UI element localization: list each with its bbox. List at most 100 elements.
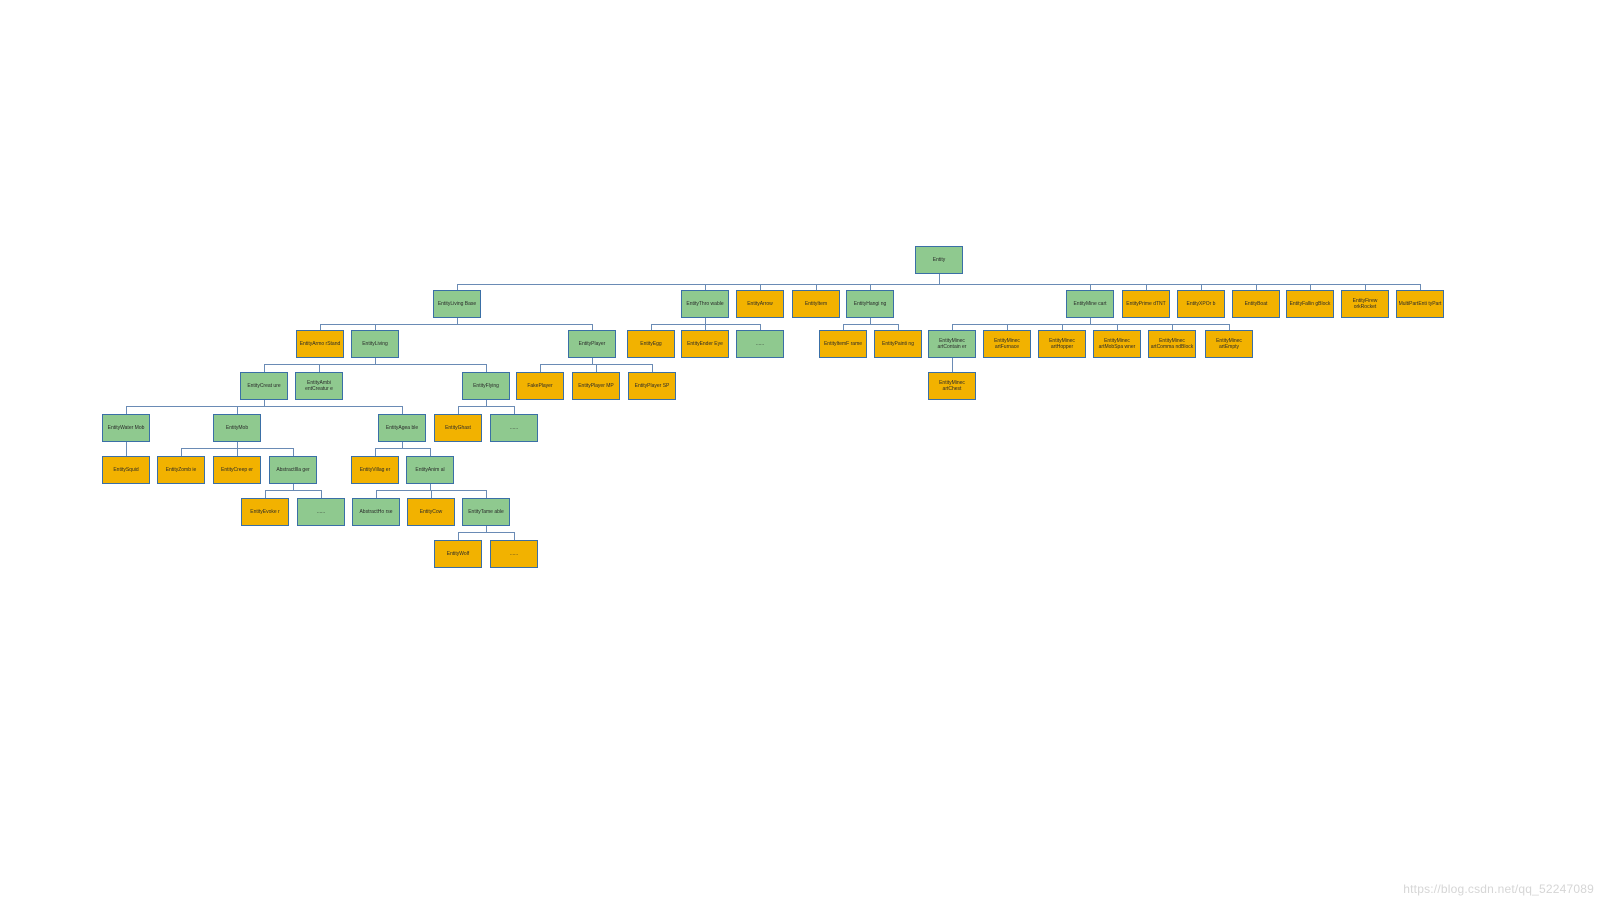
label: EntityItemF rame bbox=[824, 341, 862, 347]
node-entitycow: EntityCow bbox=[407, 498, 455, 526]
connector bbox=[952, 358, 953, 372]
label: AbstractIlla ger bbox=[276, 467, 309, 473]
node-tameable-more: ...... bbox=[490, 540, 538, 568]
connector bbox=[458, 406, 514, 407]
connector bbox=[265, 490, 266, 498]
connector bbox=[843, 324, 898, 325]
connector bbox=[264, 364, 486, 365]
node-flying-more: ...... bbox=[490, 414, 538, 442]
label: EntityCow bbox=[420, 509, 443, 515]
label: EntityTame able bbox=[468, 509, 504, 515]
label: Entity bbox=[933, 257, 946, 263]
connector bbox=[265, 490, 321, 491]
node-entitythrowable: EntityThro wable bbox=[681, 290, 729, 318]
label: EntityBoat bbox=[1245, 301, 1268, 307]
connector bbox=[321, 490, 322, 498]
label: EntityPlayer bbox=[579, 341, 606, 347]
node-entitytameable: EntityTame able bbox=[462, 498, 510, 526]
node-entitycreature: EntityCreat ure bbox=[240, 372, 288, 400]
connector bbox=[376, 490, 377, 498]
label: EntityAgea ble bbox=[386, 425, 418, 431]
connector bbox=[320, 324, 592, 325]
label: EntityWolf bbox=[447, 551, 469, 557]
connector bbox=[375, 448, 431, 449]
label: EntityEvoke r bbox=[250, 509, 279, 515]
connector bbox=[319, 364, 320, 372]
connector bbox=[430, 448, 431, 456]
label: EntityMinec artComma ndBlock bbox=[1150, 338, 1194, 350]
label: EntityCreat ure bbox=[247, 383, 280, 389]
label: EntityCreep er bbox=[221, 467, 253, 473]
label: EntityFirew orkRocket bbox=[1343, 298, 1387, 310]
label: EntityPrime dTNT bbox=[1126, 301, 1165, 307]
label: EntityMinec artHopper bbox=[1040, 338, 1084, 350]
label: EntityZomb ie bbox=[166, 467, 197, 473]
connector bbox=[293, 448, 294, 456]
node-fakeplayer: FakePlayer bbox=[516, 372, 564, 400]
connector bbox=[540, 364, 541, 372]
connector bbox=[939, 274, 940, 284]
node-entityendereye: EntityEnder Eye bbox=[681, 330, 729, 358]
connector bbox=[126, 406, 402, 407]
watermark-text: https://blog.csdn.net/qq_52247089 bbox=[1403, 882, 1594, 896]
label: FakePlayer bbox=[527, 383, 552, 389]
node-entityitemframe: EntityItemF rame bbox=[819, 330, 867, 358]
node-entityageable: EntityAgea ble bbox=[378, 414, 426, 442]
label: MultiPartEnti tyPart bbox=[1399, 301, 1442, 307]
node-entityitem: EntityItem bbox=[792, 290, 840, 318]
node-entityzombie: EntityZomb ie bbox=[157, 456, 205, 484]
label: EntityMob bbox=[226, 425, 248, 431]
node-entityminecarthopper: EntityMinec artHopper bbox=[1038, 330, 1086, 358]
node-entityplayermp: EntityPlayer MP bbox=[572, 372, 620, 400]
node-illager-more: ...... bbox=[297, 498, 345, 526]
connector bbox=[264, 364, 265, 372]
label: ...... bbox=[510, 425, 518, 431]
label: EntityMinec artMobSpa wner bbox=[1095, 338, 1139, 350]
label: EntityPlayer MP bbox=[578, 383, 614, 389]
label: EntityMinec artChest bbox=[930, 380, 974, 392]
node-entityanimal: EntityAnim al bbox=[406, 456, 454, 484]
label: EntityWater Mob bbox=[108, 425, 145, 431]
label: EntityMine cart bbox=[1073, 301, 1106, 307]
connector bbox=[486, 364, 487, 372]
node-entityboat: EntityBoat bbox=[1232, 290, 1280, 318]
connector bbox=[457, 284, 1420, 285]
diagram-canvas: Entity EntityLiving Base EntityThro wabl… bbox=[0, 0, 1600, 900]
label: EntityArmo rStand bbox=[300, 341, 341, 347]
label: EntityPlayer SP bbox=[635, 383, 670, 389]
node-abstractillager: AbstractIlla ger bbox=[269, 456, 317, 484]
connector bbox=[402, 406, 403, 414]
node-entitysquid: EntitySquid bbox=[102, 456, 150, 484]
connector bbox=[431, 490, 432, 498]
connector bbox=[181, 448, 182, 456]
node-throwable-more: ...... bbox=[736, 330, 784, 358]
label: EntitySquid bbox=[113, 467, 138, 473]
label: EntityMinec artEmpty bbox=[1207, 338, 1251, 350]
label: EntityArrow bbox=[747, 301, 773, 307]
label: EntityAnim al bbox=[415, 467, 444, 473]
label: EntityFallin gBlock bbox=[1290, 301, 1331, 307]
node-entity: Entity bbox=[915, 246, 963, 274]
connector bbox=[237, 406, 238, 414]
label: EntityAmbi entCreatur e bbox=[297, 380, 341, 392]
node-entityminecartchest: EntityMinec artChest bbox=[928, 372, 976, 400]
node-entityminecartfurnace: EntityMinec artFurnace bbox=[983, 330, 1031, 358]
label: EntityThro wable bbox=[686, 301, 723, 307]
node-entityflying: EntityFlying bbox=[462, 372, 510, 400]
node-entityarrow: EntityArrow bbox=[736, 290, 784, 318]
node-entityminecart: EntityMine cart bbox=[1066, 290, 1114, 318]
node-entitywatermob: EntityWater Mob bbox=[102, 414, 150, 442]
label: ...... bbox=[317, 509, 325, 515]
label: EntityFlying bbox=[473, 383, 499, 389]
label: EntityGhast bbox=[445, 425, 471, 431]
label: EntityMinec artFurnace bbox=[985, 338, 1029, 350]
node-abstracthorse: AbstractHo rse bbox=[352, 498, 400, 526]
node-entityxporb: EntityXPOr b bbox=[1177, 290, 1225, 318]
connector bbox=[514, 406, 515, 414]
node-entitylivingbase: EntityLiving Base bbox=[433, 290, 481, 318]
label: EntityHangi ng bbox=[854, 301, 887, 307]
node-entityliving: EntityLiving bbox=[351, 330, 399, 358]
label: EntityLiving bbox=[362, 341, 388, 347]
node-entityminecartmobspawner: EntityMinec artMobSpa wner bbox=[1093, 330, 1141, 358]
node-entitycreeper: EntityCreep er bbox=[213, 456, 261, 484]
